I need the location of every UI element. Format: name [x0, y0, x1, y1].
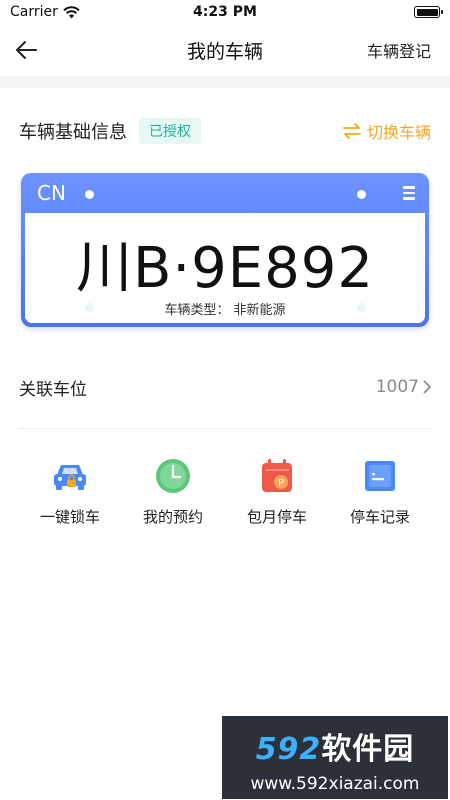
plate-body: 川B·9E892 车辆类型： 非新能源 [25, 213, 425, 323]
site-watermark: 592软件园 www.592xiazai.com [222, 716, 448, 799]
linked-parking-label: 关联车位 [19, 379, 87, 400]
nav-bar: 我的车辆 车辆登记 [0, 24, 450, 76]
license-plate-card: CN 川B·9E892 车辆类型： 非新能源 [21, 173, 429, 327]
vehicle-info-header: 车辆基础信息 已授权 切换车辆 [19, 116, 431, 146]
one-key-lock-button[interactable]: 一键锁车 [20, 456, 120, 527]
linked-parking-row[interactable]: 关联车位 1007 [19, 365, 431, 409]
parking-space-number: 1007 [375, 377, 419, 397]
vehicle-register-button[interactable]: 车辆登记 [367, 38, 431, 62]
battery-icon [414, 6, 443, 18]
plate-rivet-left [85, 190, 94, 199]
watermark-url: www.592xiazai.com [250, 774, 420, 794]
calendar-parking-icon: P [262, 459, 292, 492]
clock-icon [156, 459, 190, 493]
linked-parking-value: 1007 [376, 377, 431, 397]
page-title: 我的车辆 [186, 40, 263, 63]
status-bar: Carrier 4:23 PM [0, 0, 450, 24]
authorized-badge: 已授权 [139, 118, 201, 144]
parking-record-label: 停车记录 [349, 508, 410, 526]
switch-arrows-icon [343, 123, 361, 139]
car-lock-icon [54, 465, 86, 490]
vehicle-type-value: 非新能源 [233, 303, 286, 318]
watermark-brand-text: 软件园 [321, 732, 415, 767]
carrier-label: Carrier [10, 4, 58, 20]
monthly-parking-button[interactable]: P 包月停车 [227, 456, 327, 527]
back-arrow-icon[interactable] [14, 38, 40, 62]
wifi-icon [63, 5, 80, 18]
monthly-parking-label: 包月停车 [246, 508, 307, 526]
chevron-right-icon [423, 380, 431, 394]
plate-menu-icon [403, 186, 415, 200]
plate-rivet-right [357, 190, 366, 199]
vehicle-type: 车辆类型： 非新能源 [25, 299, 425, 318]
watermark-brand-number: 592 [255, 732, 322, 767]
quick-actions: 一键锁车 我的预约 P 包月停车 停车记录 [0, 456, 450, 536]
record-icon [365, 461, 395, 491]
svg-text:P: P [278, 478, 284, 489]
vehicle-info-title: 车辆基础信息 [19, 122, 127, 143]
watermark-brand: 592软件园 [222, 724, 448, 768]
status-left: Carrier [10, 4, 80, 20]
plate-header: CN [21, 173, 429, 213]
vehicle-type-label: 车辆类型： [164, 303, 230, 318]
my-reservation-button[interactable]: 我的预约 [123, 456, 223, 527]
section-divider [0, 76, 450, 88]
switch-vehicle-button[interactable]: 切换车辆 [343, 119, 431, 143]
one-key-lock-label: 一键锁车 [39, 508, 100, 526]
my-reservation-label: 我的预约 [142, 508, 203, 526]
switch-vehicle-label: 切换车辆 [366, 123, 431, 142]
row-divider [19, 428, 431, 429]
plate-region: CN [37, 181, 66, 205]
plate-number: 川B·9E892 [75, 236, 375, 301]
parking-record-button[interactable]: 停车记录 [330, 456, 430, 527]
